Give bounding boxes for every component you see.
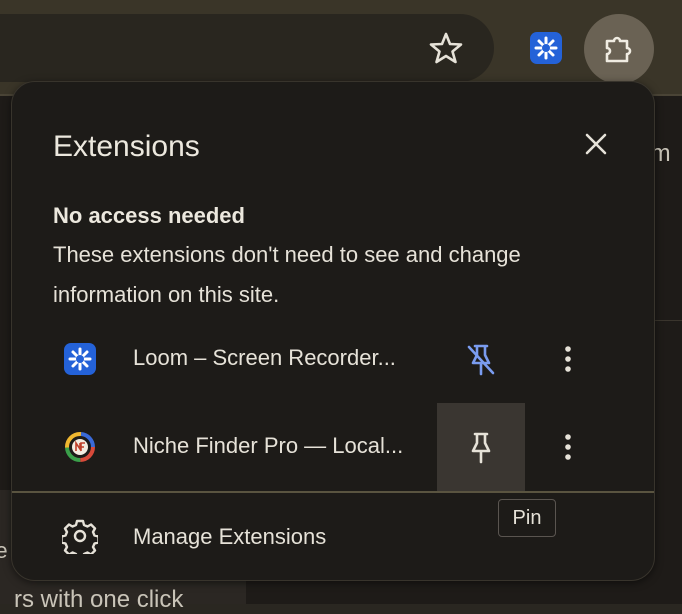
extension-name: Niche Finder Pro — Local... bbox=[133, 433, 404, 458]
section-heading: No access needed bbox=[53, 203, 245, 228]
extension-row-niche-finder[interactable]: Niche Finder Pro — Local... bbox=[12, 403, 654, 491]
manage-extensions-label: Manage Extensions bbox=[133, 524, 327, 549]
loom-toolbar-icon[interactable] bbox=[530, 32, 562, 64]
extension-menu-button[interactable] bbox=[548, 427, 588, 467]
popup-divider bbox=[12, 491, 654, 493]
more-vert-icon bbox=[565, 346, 571, 372]
close-button[interactable] bbox=[578, 126, 614, 162]
niche-finder-icon bbox=[64, 431, 96, 463]
extensions-button[interactable] bbox=[584, 14, 654, 84]
popup-title: Extensions bbox=[53, 130, 200, 163]
pin-icon bbox=[471, 432, 491, 464]
loom-icon bbox=[64, 343, 96, 375]
address-bar[interactable] bbox=[0, 14, 494, 82]
more-vert-icon bbox=[565, 434, 571, 460]
pin-tooltip: Pin bbox=[498, 499, 556, 537]
gear-icon bbox=[60, 518, 100, 560]
pin-button[interactable] bbox=[437, 403, 525, 491]
manage-extensions-row[interactable]: Manage Extensions bbox=[12, 494, 654, 578]
extension-row-loom[interactable]: Loom – Screen Recorder... bbox=[12, 315, 654, 401]
unpin-icon bbox=[467, 344, 495, 376]
star-icon[interactable] bbox=[428, 30, 464, 66]
extensions-popup: Extensions No access needed These extens… bbox=[11, 81, 655, 581]
page-text-left: re bbox=[0, 538, 8, 563]
extension-name: Loom – Screen Recorder... bbox=[133, 345, 396, 370]
extension-menu-button[interactable] bbox=[548, 339, 588, 379]
unpin-button[interactable] bbox=[437, 315, 525, 403]
page-text-bottom: rs with one click bbox=[14, 586, 184, 613]
puzzle-icon bbox=[605, 36, 632, 63]
section-description: These extensions don't need to see and c… bbox=[53, 242, 521, 307]
close-icon bbox=[585, 133, 607, 155]
